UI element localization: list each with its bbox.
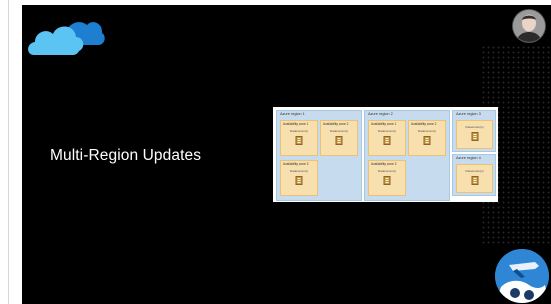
- region-label: Azure region 4: [456, 156, 481, 160]
- slide-title: Multi-Region Updates: [50, 147, 202, 164]
- space-shuttle-icon: [495, 249, 549, 303]
- availability-zone: Availability zone 2 Datacenter(s): [320, 120, 358, 156]
- datacenter-label: Datacenter(s): [377, 169, 397, 173]
- zone-label: Availability zone 1: [283, 122, 309, 126]
- availability-zone: Availability zone 3 Datacenter(s): [368, 160, 406, 196]
- datacenter-box: Datacenter(s): [456, 164, 493, 193]
- zone-label: Availability zone 2: [323, 122, 349, 126]
- datacenter-icon: [295, 136, 303, 145]
- datacenter-label: Datacenter(s): [377, 129, 397, 133]
- region-label: Azure region 1: [280, 112, 305, 116]
- datacenter-label: Datacenter(s): [289, 129, 309, 133]
- datacenter-label: Datacenter(s): [289, 169, 309, 173]
- datacenter-label: Datacenter(s): [417, 129, 437, 133]
- availability-zone: Availability zone 3 Datacenter(s): [280, 160, 318, 196]
- datacenter-box: Datacenter(s): [456, 120, 493, 149]
- datacenter-label: Datacenter(s): [465, 169, 484, 173]
- availability-zone: Availability zone 2 Datacenter(s): [408, 120, 446, 156]
- datacenter-icon: [423, 136, 431, 145]
- azure-region-4: Azure region 4 Datacenter(s): [452, 154, 496, 196]
- region-label: Azure region 3: [456, 112, 481, 116]
- azure-region-2: Azure region 2 Availability zone 1 Datac…: [364, 110, 450, 201]
- availability-zone: Availability zone 1 Datacenter(s): [368, 120, 406, 156]
- presenter-avatar: [513, 10, 545, 42]
- datacenter-label: Datacenter(s): [465, 125, 484, 129]
- azure-region-3: Azure region 3 Datacenter(s): [452, 110, 496, 152]
- datacenter-icon: [383, 136, 391, 145]
- datacenter-icon: [471, 176, 478, 185]
- availability-zone: Availability zone 1 Datacenter(s): [280, 120, 318, 156]
- datacenter-icon: [383, 176, 391, 185]
- zone-label: Availability zone 3: [283, 162, 309, 166]
- person-silhouette-icon: [513, 10, 545, 42]
- datacenter-icon: [295, 176, 303, 185]
- azure-cloud-logo-icon: [28, 22, 105, 55]
- zone-label: Availability zone 2: [411, 122, 437, 126]
- zone-label: Availability zone 3: [371, 162, 397, 166]
- azure-regions-diagram: Azure region 1 Availability zone 1 Datac…: [273, 107, 498, 202]
- datacenter-icon: [471, 132, 478, 141]
- datacenter-icon: [335, 136, 343, 145]
- datacenter-label: Datacenter(s): [329, 129, 349, 133]
- zone-label: Availability zone 1: [371, 122, 397, 126]
- channel-badge-logo: [495, 249, 549, 303]
- presentation-slide: Multi-Region Updates Azure region 1 Avai…: [22, 5, 551, 304]
- region-label: Azure region 2: [368, 112, 393, 116]
- azure-region-1: Azure region 1 Availability zone 1 Datac…: [276, 110, 362, 201]
- slide-left-border: [0, 0, 9, 304]
